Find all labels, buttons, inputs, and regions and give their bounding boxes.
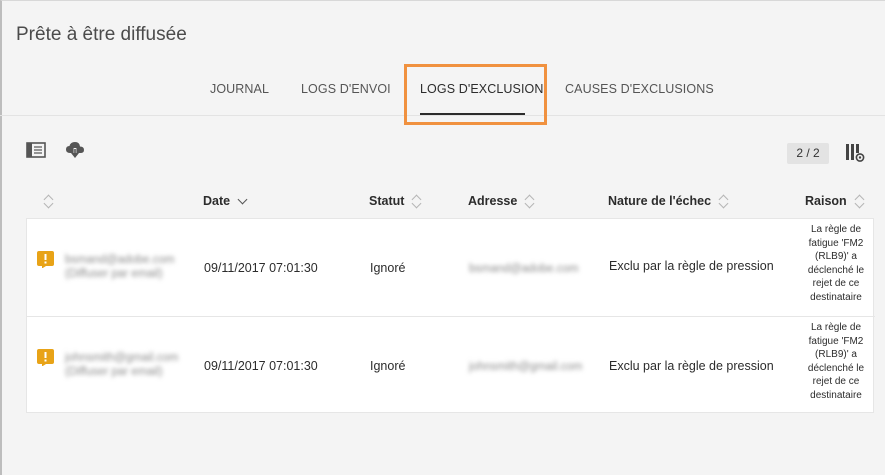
cloud-download-icon[interactable] xyxy=(65,140,85,165)
highlight-box xyxy=(404,64,547,125)
cell-adresse: johnsmith@gmail.com xyxy=(469,361,583,373)
sidebar-toggle-icon[interactable] xyxy=(26,142,46,163)
column-header-statut[interactable]: Statut xyxy=(369,194,422,208)
table-header: Date Statut Adresse Nature de l'échec Ra… xyxy=(26,186,876,216)
tab-journal[interactable]: JOURNAL xyxy=(210,82,269,96)
column-settings-icon[interactable] xyxy=(845,143,865,168)
cell-date: 09/11/2017 07:01:30 xyxy=(204,359,318,373)
warning-icon xyxy=(37,251,54,269)
cell-statut: Ignoré xyxy=(370,261,406,275)
cell-nature: Exclu par la règle de pression xyxy=(609,259,774,273)
cell-nature: Exclu par la règle de pression xyxy=(609,359,774,373)
cell-adresse: bsmand@adobe.com xyxy=(469,263,579,275)
table-row[interactable]: bsmand@adobe.com (Diffuser par email) 09… xyxy=(27,219,875,317)
table-row[interactable]: johnsmith@gmail.com (Diffuser par email)… xyxy=(27,316,875,414)
recipient-email[interactable]: johnsmith@gmail.com xyxy=(65,351,178,365)
recipient-channel: (Diffuser par email) xyxy=(65,268,163,280)
column-header-raison[interactable]: Raison xyxy=(805,194,865,208)
pagination-indicator[interactable]: 2 / 2 xyxy=(787,143,829,164)
tab-logs-envoi[interactable]: LOGS D'ENVOI xyxy=(301,82,391,96)
column-header-date[interactable]: Date xyxy=(203,194,248,208)
cell-statut: Ignoré xyxy=(370,359,406,373)
column-header-adresse[interactable]: Adresse xyxy=(468,194,535,208)
column-header-nature[interactable]: Nature de l'échec xyxy=(608,194,729,208)
cell-raison: La règle de fatigue 'FM2 (RLB9)' a décle… xyxy=(807,224,865,303)
cell-date: 09/11/2017 07:01:30 xyxy=(204,261,318,275)
recipient-channel: (Diffuser par email) xyxy=(65,366,163,378)
select-sort[interactable] xyxy=(44,194,54,208)
table-body: bsmand@adobe.com (Diffuser par email) 09… xyxy=(26,218,875,414)
cell-raison: La règle de fatigue 'FM2 (RLB9)' a décle… xyxy=(807,322,865,401)
page-title: Prête à être diffusée xyxy=(16,24,187,45)
warning-icon xyxy=(37,349,54,367)
tab-causes-exclusions[interactable]: CAUSES D'EXCLUSIONS xyxy=(565,82,714,96)
recipient-email[interactable]: bsmand@adobe.com xyxy=(65,253,175,267)
